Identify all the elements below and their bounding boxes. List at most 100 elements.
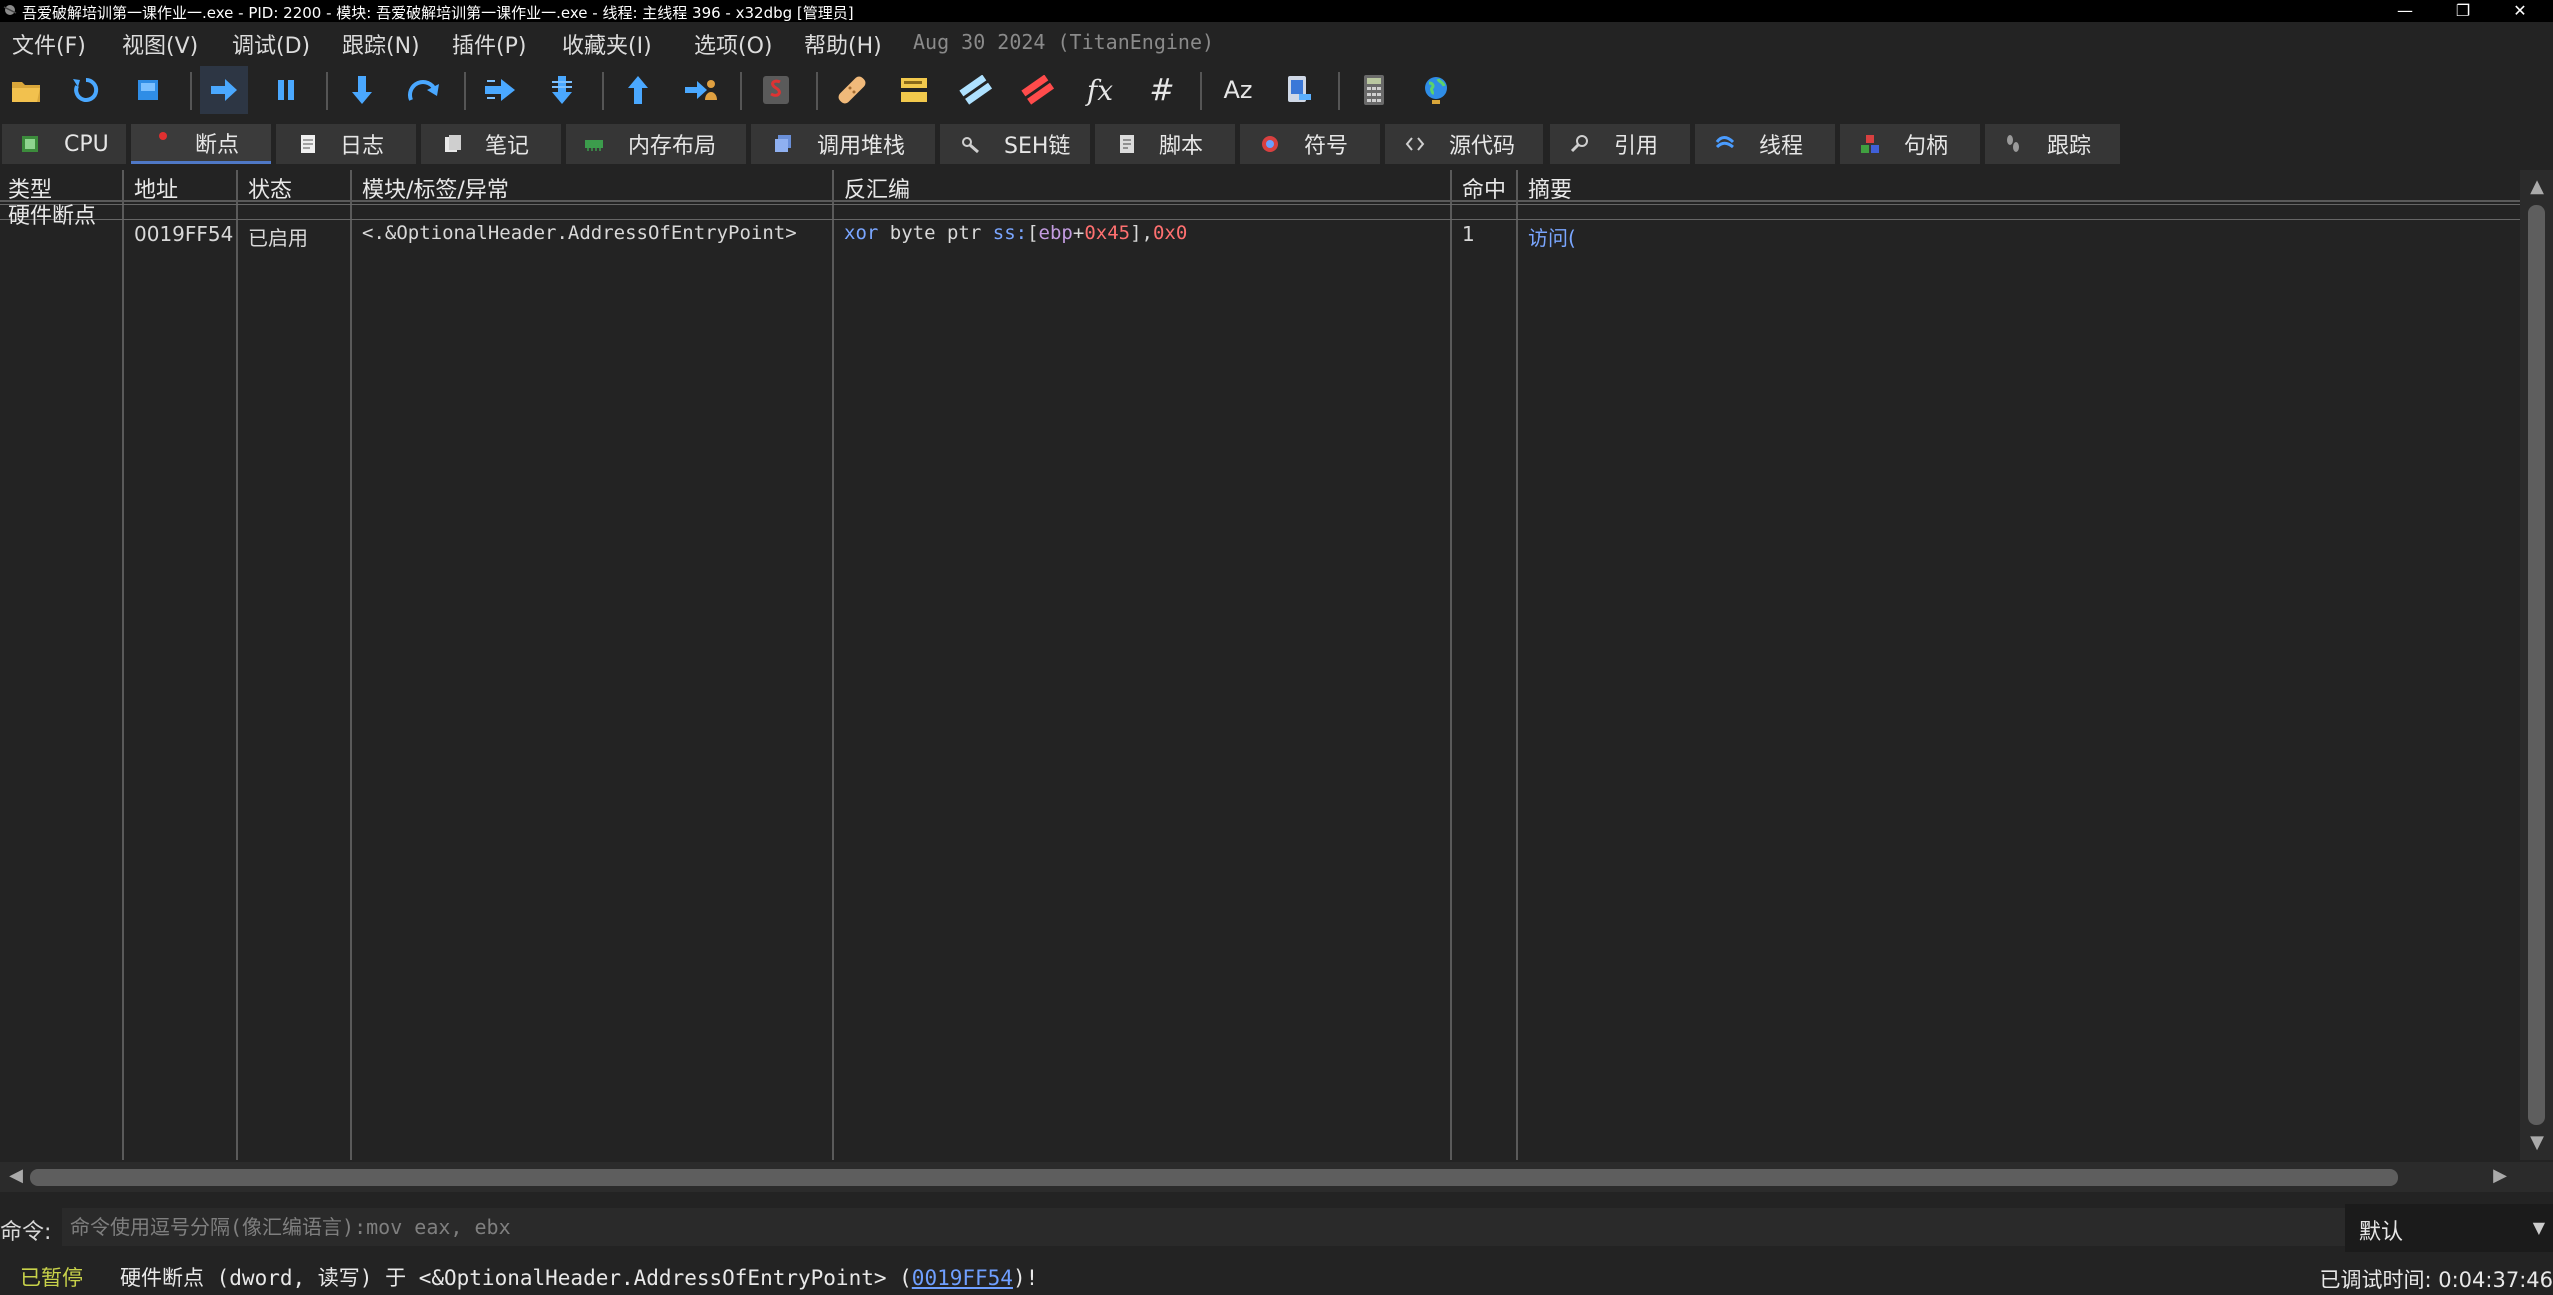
command-input[interactable] bbox=[62, 1208, 2358, 1246]
handles-icon bbox=[1861, 135, 1879, 153]
tab-log[interactable]: 日志 bbox=[276, 124, 416, 164]
menu-options[interactable]: 选项(O) bbox=[694, 28, 772, 60]
window-title: 吾爱破解培训第一课作业一.exe - PID: 2200 - 模块: 吾爱破解培… bbox=[22, 4, 854, 22]
tab-breakpoints[interactable]: 断点 bbox=[131, 124, 271, 164]
menu-plugins[interactable]: 插件(P) bbox=[452, 28, 526, 60]
log-icon bbox=[301, 135, 315, 153]
tab-seh-chain[interactable]: SEH链 bbox=[940, 124, 1090, 164]
trace-into-icon[interactable] bbox=[476, 66, 524, 114]
font-icon[interactable]: Aᴢ bbox=[1214, 66, 1262, 114]
tab-source[interactable]: 源代码 bbox=[1385, 124, 1543, 164]
tab-label: 跟踪 bbox=[2047, 134, 2092, 159]
menu-view[interactable]: 视图(V) bbox=[122, 28, 198, 60]
horizontal-scrollbar[interactable]: ◀ ▶ bbox=[0, 1162, 2520, 1192]
group-row bbox=[0, 204, 2520, 220]
column-divider bbox=[832, 170, 834, 1160]
script-icon bbox=[1120, 135, 1134, 153]
toolbar-separator bbox=[190, 72, 192, 110]
run-icon[interactable] bbox=[200, 66, 248, 114]
tab-threads[interactable]: 线程 bbox=[1695, 124, 1835, 164]
stop-icon[interactable] bbox=[124, 66, 172, 114]
tab-label: 符号 bbox=[1304, 134, 1349, 159]
step-over-icon[interactable] bbox=[400, 66, 448, 114]
command-mode-value: 默认 bbox=[2359, 1220, 2404, 1245]
calculator-icon[interactable] bbox=[1350, 66, 1398, 114]
status-message-suffix: )! bbox=[1012, 1266, 1039, 1290]
status-address-link[interactable]: 0019FF54 bbox=[912, 1266, 1013, 1290]
callstack-icon bbox=[775, 135, 791, 152]
windows-icon[interactable] bbox=[1276, 66, 1324, 114]
tab-memory-map[interactable]: 内存布局 bbox=[566, 124, 746, 164]
disasm-register: ebp bbox=[1038, 222, 1073, 244]
cpu-icon bbox=[22, 136, 38, 152]
pause-icon[interactable] bbox=[262, 66, 310, 114]
scylla-icon[interactable] bbox=[752, 66, 800, 114]
bookmark-icon[interactable] bbox=[1014, 66, 1062, 114]
tab-label: SEH链 bbox=[1004, 134, 1071, 159]
function-icon[interactable]: fx bbox=[1076, 66, 1124, 114]
menu-help[interactable]: 帮助(H) bbox=[804, 28, 882, 60]
tab-handles[interactable]: 句柄 bbox=[1840, 124, 1980, 164]
close-button[interactable]: ✕ bbox=[2500, 0, 2540, 22]
globe-icon[interactable] bbox=[1412, 66, 1460, 114]
source-icon bbox=[1405, 137, 1425, 151]
memory-icon bbox=[585, 140, 603, 151]
vertical-scrollbar[interactable]: ▲ ▼ bbox=[2520, 170, 2553, 1160]
horizontal-scroll-thumb[interactable] bbox=[30, 1169, 2398, 1186]
scroll-up-arrow-icon[interactable]: ▲ bbox=[2527, 176, 2547, 197]
menu-trace[interactable]: 跟踪(N) bbox=[342, 28, 420, 60]
notes-icon bbox=[445, 135, 461, 152]
tab-trace[interactable]: 跟踪 bbox=[1985, 124, 2120, 164]
run-to-user-code-icon[interactable] bbox=[676, 66, 724, 114]
column-divider bbox=[236, 170, 238, 1160]
column-divider bbox=[1516, 170, 1518, 1160]
breakpoints-table: 类型 地址 状态 模块/标签/异常 反汇编 命中 摘要 硬件断点 0019FF5… bbox=[0, 170, 2520, 1160]
disasm-plus: + bbox=[1072, 222, 1085, 244]
trace-icon bbox=[2007, 135, 2019, 152]
cell-address: 0019FF54 bbox=[134, 222, 234, 246]
tab-cpu[interactable]: CPU bbox=[2, 124, 126, 164]
references-icon bbox=[1570, 135, 1588, 153]
tab-label: CPU bbox=[64, 131, 109, 157]
comment-icon[interactable] bbox=[890, 66, 938, 114]
command-mode-select[interactable]: 默认 ▼ bbox=[2345, 1204, 2553, 1252]
build-info: Aug 30 2024 (TitanEngine) bbox=[913, 30, 1215, 54]
scroll-down-arrow-icon[interactable]: ▼ bbox=[2527, 1132, 2547, 1153]
restore-button[interactable]: ❐ bbox=[2443, 0, 2483, 22]
toolbar-separator bbox=[1200, 72, 1202, 110]
hash-icon[interactable]: # bbox=[1138, 66, 1186, 114]
tab-script[interactable]: 脚本 bbox=[1095, 124, 1235, 164]
status-message-prefix: 硬件断点 (dword, 读写) 于 <&OptionalHeader.Addr… bbox=[120, 1266, 912, 1290]
toolbar-separator bbox=[464, 72, 466, 110]
disasm-size: byte ptr bbox=[889, 222, 982, 244]
tab-label: 源代码 bbox=[1449, 134, 1516, 159]
menu-debug[interactable]: 调试(D) bbox=[232, 28, 310, 60]
scroll-right-arrow-icon[interactable]: ▶ bbox=[2490, 1165, 2510, 1189]
vertical-scroll-thumb[interactable] bbox=[2528, 205, 2545, 1125]
label-icon[interactable] bbox=[952, 66, 1000, 114]
cell-module: <.&OptionalHeader.AddressOfEntryPoint> bbox=[362, 222, 797, 244]
tab-notes[interactable]: 笔记 bbox=[421, 124, 561, 164]
trace-over-icon[interactable] bbox=[538, 66, 586, 114]
disasm-offset: 0x45 bbox=[1084, 222, 1131, 244]
tab-label: 断点 bbox=[195, 132, 240, 158]
tab-bar: CPU 断点 日志 笔记 内存布局 调用堆栈 SEH链 脚本 符号 源代码 引用 bbox=[0, 122, 2553, 166]
seh-icon bbox=[962, 137, 979, 154]
tab-label: 脚本 bbox=[1159, 134, 1204, 159]
execute-till-return-icon[interactable] bbox=[614, 66, 662, 114]
tab-symbols[interactable]: 符号 bbox=[1240, 124, 1380, 164]
patch-icon[interactable] bbox=[828, 66, 876, 114]
menu-bar: 文件(F) 视图(V) 调试(D) 跟踪(N) 插件(P) 收藏夹(I) 选项(… bbox=[0, 22, 2553, 62]
cell-state: 已启用 bbox=[248, 226, 308, 250]
tab-call-stack[interactable]: 调用堆栈 bbox=[751, 124, 935, 164]
step-into-icon[interactable] bbox=[338, 66, 386, 114]
disasm-mnemonic: xor bbox=[844, 222, 879, 244]
disasm-bracket-close: ], bbox=[1130, 222, 1153, 244]
restart-icon[interactable] bbox=[62, 66, 110, 114]
menu-favourites[interactable]: 收藏夹(I) bbox=[562, 28, 652, 60]
menu-file[interactable]: 文件(F) bbox=[12, 28, 86, 60]
scroll-left-arrow-icon[interactable]: ◀ bbox=[6, 1165, 26, 1189]
minimize-button[interactable]: — bbox=[2385, 0, 2425, 22]
open-icon[interactable] bbox=[2, 66, 50, 114]
tab-references[interactable]: 引用 bbox=[1550, 124, 1690, 164]
